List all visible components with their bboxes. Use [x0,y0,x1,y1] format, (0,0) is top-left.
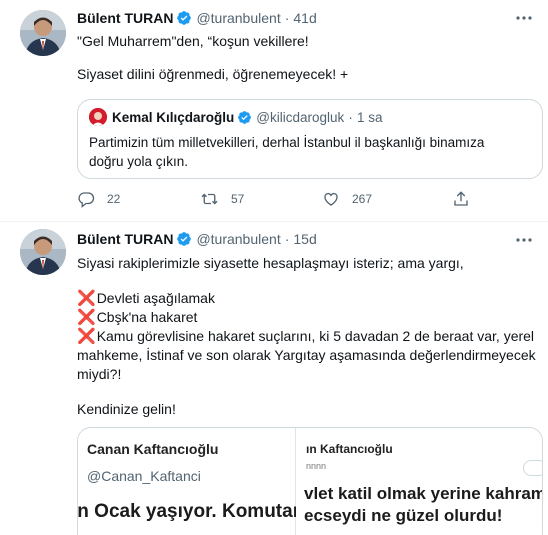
tweet-text-line: Kendinize gelin! [77,401,176,417]
separator-dot: · [284,10,290,26]
reply-count: 22 [107,192,121,206]
cross-mark-icon: ❌ [77,309,96,326]
share-icon [454,191,468,206]
quoted-timestamp: 1 sa [356,109,383,125]
like-button[interactable]: 267 [322,190,372,208]
tweet-media-image[interactable]: Canan Kaftancıoğlu @Canan_Kaftanci ın Oc… [77,427,543,535]
reply-icon [78,192,95,208]
list-item: ❌Cbşk'na hakaret [77,308,197,327]
like-count: 267 [352,192,373,206]
quoted-text-line: doğru yola çıkın. [89,154,189,169]
tweet-1[interactable]: Bülent TURAN @turanbulent · 41d "Gel Muh… [0,0,548,222]
screenshot-name: ın Kaftancıoğlu [306,442,393,456]
list-item: ❌Devleti aşağılamak [77,289,215,308]
list-item-text: Devleti aşağılamak [96,290,215,306]
screenshot-follow-button [523,460,542,476]
screenshot-text-line: ecseydi ne güzel olurdu! [304,506,503,525]
more-horizontal-icon[interactable] [514,232,534,248]
separator-dot: · [348,109,353,125]
quoted-avatar [89,108,107,126]
list-item: ❌Kamu görevlisine hakaret suçlarını, ki … [77,327,534,346]
timestamp[interactable]: 15d [293,231,316,247]
retweet-icon [201,193,218,205]
timestamp[interactable]: 41d [293,10,316,26]
more-horizontal-icon[interactable] [514,10,534,26]
screenshot-handle: nnnn [306,461,327,471]
screenshot-name: Canan Kaftancıoğlu [87,441,219,457]
verified-badge-icon [237,110,252,125]
cross-mark-icon: ❌ [77,290,96,307]
quoted-tweet[interactable]: Kemal Kılıçdaroğlu @kilicdarogluk · 1 sa… [77,99,543,179]
screenshot-text: ın Ocak yaşıyor. Komutan [77,501,305,522]
screenshot-text-line: vlet katil olmak yerine kahram [304,484,543,503]
verified-badge-icon [176,10,192,26]
screenshot-handle: @Canan_Kaftanci [87,468,201,484]
reply-button[interactable]: 22 [77,190,120,208]
quoted-tweet-text: Partimizin tüm milletvekilleri, derhal İ… [89,133,484,171]
retweet-count: 57 [231,192,245,206]
tweet-text-line: Siyasi rakiplerimizle siyasette hesaplaş… [77,255,464,271]
heart-icon [324,192,338,206]
screenshot-text: vlet katil olmak yerine kahram ecseydi n… [304,483,543,527]
tweet-header: Bülent TURAN @turanbulent · 15d [77,230,317,248]
quoted-text-line: Partimizin tüm milletvekilleri, derhal İ… [89,135,485,150]
retweet-button[interactable]: 57 [200,190,244,208]
author-handle[interactable]: @turanbulent [196,231,280,247]
cross-mark-icon: ❌ [77,328,96,345]
verified-badge-icon [176,231,192,247]
screenshot-right: ın Kaftancıoğlu nnnn vlet katil olmak ye… [296,428,543,535]
avatar[interactable] [20,10,66,56]
screenshot-left: Canan Kaftancıoğlu @Canan_Kaftanci ın Oc… [78,428,304,535]
tweet-text-line: Siyaset dilini öğrenmedi, öğrenemeyecek!… [77,66,349,82]
tweet-actions: 22 57 267 [77,190,477,210]
author-name[interactable]: Bülent TURAN [77,10,173,26]
author-name[interactable]: Bülent TURAN [77,231,173,247]
avatar-photo [20,229,66,275]
quoted-tweet-header: Kemal Kılıçdaroğlu @kilicdarogluk · 1 sa [89,108,382,126]
tweet-header: Bülent TURAN @turanbulent · 41d [77,9,317,27]
avatar[interactable] [20,229,66,275]
list-item-text: Kamu görevlisine hakaret suçlarını, ki 5… [96,328,535,344]
tweet-2[interactable]: Bülent TURAN @turanbulent · 15d Siyasi r… [0,222,548,535]
author-handle[interactable]: @turanbulent [196,10,280,26]
avatar-photo [20,10,66,56]
list-item-text: Cbşk'na hakaret [96,309,198,325]
share-button[interactable] [452,190,482,208]
quoted-author-name: Kemal Kılıçdaroğlu [112,109,235,125]
tweet-text-line: "Gel Muharrem"den, “koşun vekillere! [77,33,309,49]
separator-dot: · [284,231,290,247]
quoted-author-handle: @kilicdarogluk [256,109,345,125]
tweet-text-line: miydi?! [77,366,122,382]
tweet-text-line: mahkeme, İstinaf ve son olarak Yargıtay … [77,347,536,363]
